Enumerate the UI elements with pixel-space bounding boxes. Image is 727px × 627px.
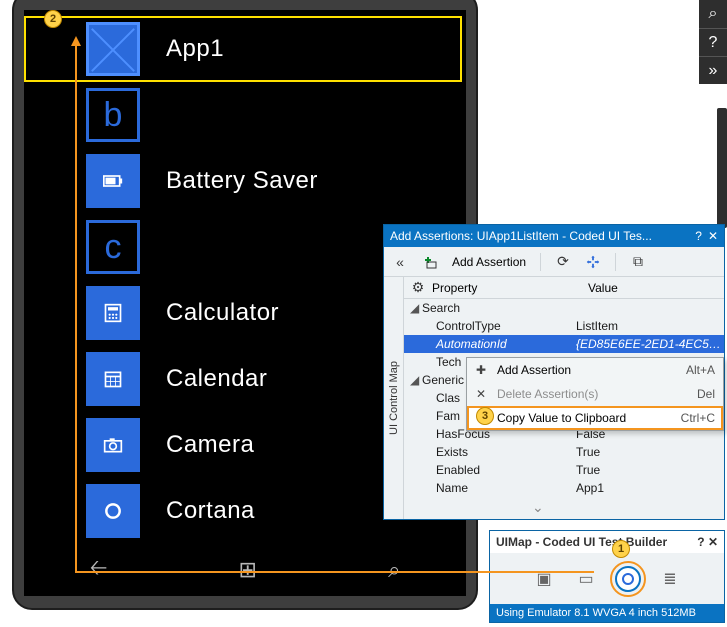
phone-nav-bar: 🡠 ⊞ ⌕ bbox=[24, 544, 466, 596]
help-icon[interactable]: ? bbox=[697, 535, 708, 549]
add-assertion-icon[interactable] bbox=[422, 254, 438, 270]
property-row[interactable]: NameApp1 bbox=[404, 479, 724, 497]
app-label: App1 bbox=[166, 35, 224, 63]
collapse-icon[interactable]: « bbox=[392, 254, 408, 270]
calendar-icon bbox=[86, 352, 140, 406]
app-label: Cortana bbox=[166, 497, 255, 525]
show-steps-icon[interactable]: ▭ bbox=[573, 566, 599, 592]
app-label: Camera bbox=[166, 431, 254, 459]
app-label: Battery Saver bbox=[166, 167, 318, 195]
context-menu-item[interactable]: ⧉Copy Value to ClipboardCtrl+C bbox=[467, 406, 723, 430]
letter-c-icon: c bbox=[86, 220, 140, 274]
builder-toolbar: ▣ ▭ ≣ bbox=[490, 553, 724, 604]
property-row[interactable]: ControlTypeListItem bbox=[404, 317, 724, 335]
app-label: Calendar bbox=[166, 365, 267, 393]
context-menu-item: ✕Delete Assertion(s)Del bbox=[467, 382, 723, 406]
callout-3: 3 bbox=[476, 407, 494, 425]
copy-icon[interactable]: ⧉ bbox=[630, 254, 646, 270]
context-menu: ✚Add AssertionAlt+A✕Delete Assertion(s)D… bbox=[466, 357, 724, 431]
property-row[interactable]: ExistsTrue bbox=[404, 443, 724, 461]
property-row[interactable]: AutomationId{ED85E6EE-2ED1-4EC5-9EFE bbox=[404, 335, 724, 353]
panel-toolbar: « Add Assertion ⟳ ⧉ bbox=[384, 247, 724, 277]
column-property: Property bbox=[432, 281, 582, 295]
callout-1: 1 bbox=[612, 540, 630, 558]
app-item-battery-saver[interactable]: Battery Saver bbox=[24, 148, 466, 214]
calculator-icon bbox=[86, 286, 140, 340]
add-assertion-label[interactable]: Add Assertion bbox=[452, 255, 526, 269]
callout-2: 2 bbox=[44, 10, 62, 28]
back-icon[interactable]: 🡠 bbox=[90, 551, 108, 589]
zoom-icon[interactable]: ⌕ bbox=[699, 0, 727, 28]
letter-b-icon: b bbox=[86, 88, 140, 142]
builder-titlebar[interactable]: UIMap - Coded UI Test Builder ? ✕ bbox=[490, 531, 724, 553]
app-item-app1[interactable]: App1 bbox=[24, 16, 462, 82]
camera-icon bbox=[86, 418, 140, 472]
search-icon[interactable]: ⌕ bbox=[388, 557, 400, 583]
expand-icon[interactable]: » bbox=[699, 56, 727, 84]
record-icon[interactable]: ▣ bbox=[531, 566, 557, 592]
coded-ui-test-builder-panel: UIMap - Coded UI Test Builder ? ✕ ▣ ▭ ≣ … bbox=[489, 530, 725, 623]
letter-header-b[interactable]: b bbox=[24, 82, 466, 148]
builder-title: UIMap - Coded UI Test Builder bbox=[496, 535, 697, 549]
panel-titlebar[interactable]: Add Assertions: UIApp1ListItem - Coded U… bbox=[384, 225, 724, 247]
crosshair-icon[interactable] bbox=[615, 566, 641, 592]
battery-icon bbox=[86, 154, 140, 208]
group-row[interactable]: ◢Search bbox=[404, 299, 724, 317]
close-icon[interactable]: ✕ bbox=[708, 535, 718, 549]
help-icon[interactable]: ? bbox=[699, 28, 727, 56]
property-row[interactable]: EnabledTrue bbox=[404, 461, 724, 479]
context-menu-item[interactable]: ✚Add AssertionAlt+A bbox=[467, 358, 723, 382]
ui-control-map-tab[interactable]: UI Control Map bbox=[384, 277, 404, 519]
refresh-icon[interactable]: ⟳ bbox=[555, 254, 571, 270]
phone-side-button bbox=[717, 108, 727, 228]
gear-icon[interactable]: ⚙ bbox=[410, 280, 426, 296]
app-label: Calculator bbox=[166, 299, 279, 327]
close-icon[interactable]: ✕ bbox=[708, 229, 718, 243]
scroll-hint-icon: ⌄ bbox=[532, 499, 544, 516]
nav-arrows-icon[interactable] bbox=[585, 254, 601, 270]
column-value: Value bbox=[588, 281, 724, 295]
cortana-icon bbox=[86, 484, 140, 538]
placeholder-x-icon bbox=[86, 22, 140, 76]
help-icon[interactable]: ? bbox=[695, 229, 702, 243]
generate-code-icon[interactable]: ≣ bbox=[657, 566, 683, 592]
grid-header: ⚙ Property Value bbox=[404, 277, 724, 299]
emulator-side-toolbar: ⌕ ? » bbox=[699, 0, 727, 228]
panel-title: Add Assertions: UIApp1ListItem - Coded U… bbox=[390, 229, 689, 243]
windows-icon[interactable]: ⊞ bbox=[239, 557, 257, 583]
builder-status-bar: Using Emulator 8.1 WVGA 4 inch 512MB bbox=[490, 604, 724, 622]
